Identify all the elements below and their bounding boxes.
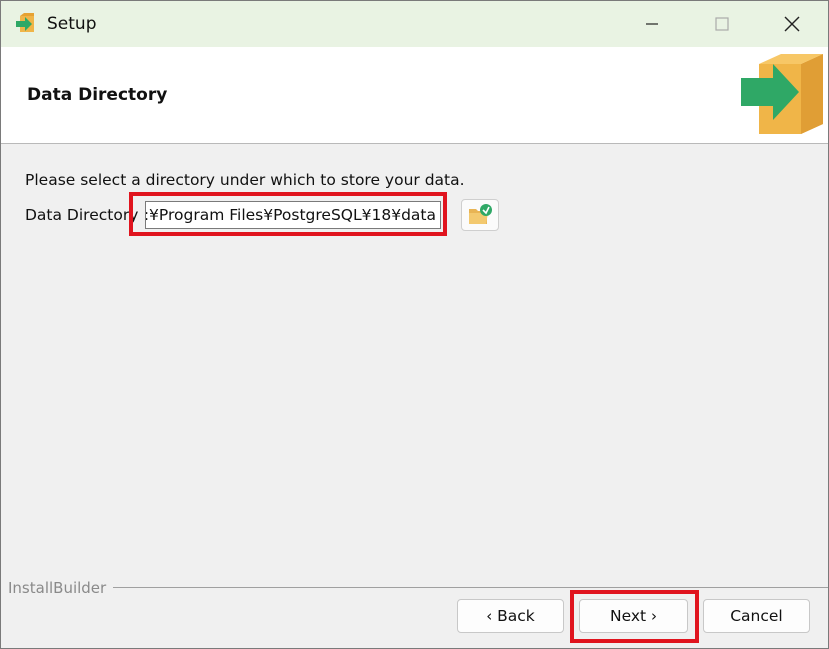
maximize-button[interactable] [687, 1, 757, 47]
next-button-label: Next [609, 607, 647, 625]
window-title: Setup [47, 14, 97, 34]
folder-browse-icon [469, 204, 492, 224]
page-title: Data Directory [27, 85, 168, 105]
instruction-text: Please select a directory under which to… [25, 171, 465, 189]
minimize-icon [646, 23, 658, 25]
installbuilder-label: InstallBuilder [8, 579, 107, 597]
installer-box-arrow-icon [741, 54, 823, 134]
setup-window: Setup Data Directory Please select a dir… [0, 0, 829, 649]
back-button-label: Back [497, 607, 535, 625]
title-bar[interactable]: Setup [1, 1, 828, 47]
cancel-button-label: Cancel [730, 607, 783, 625]
back-button[interactable]: ‹ Back [457, 599, 564, 633]
data-directory-input[interactable]: C:¥Program Files¥PostgreSQL¥18¥data [145, 201, 441, 229]
data-directory-value: C:¥Program Files¥PostgreSQL¥18¥data [145, 206, 436, 224]
next-button[interactable]: Next › [579, 599, 688, 633]
cancel-button[interactable]: Cancel [703, 599, 810, 633]
data-directory-label: Data Directory [25, 206, 139, 224]
chevron-left-icon: ‹ [486, 607, 493, 625]
close-icon [784, 16, 800, 32]
minimize-button[interactable] [617, 1, 687, 47]
chevron-right-icon: › [651, 607, 658, 625]
page-header: Data Directory [1, 47, 828, 144]
footer-divider [113, 587, 828, 588]
close-button[interactable] [757, 1, 827, 47]
maximize-icon [715, 17, 729, 31]
installer-package-icon [16, 13, 34, 32]
browse-button[interactable] [461, 199, 499, 231]
